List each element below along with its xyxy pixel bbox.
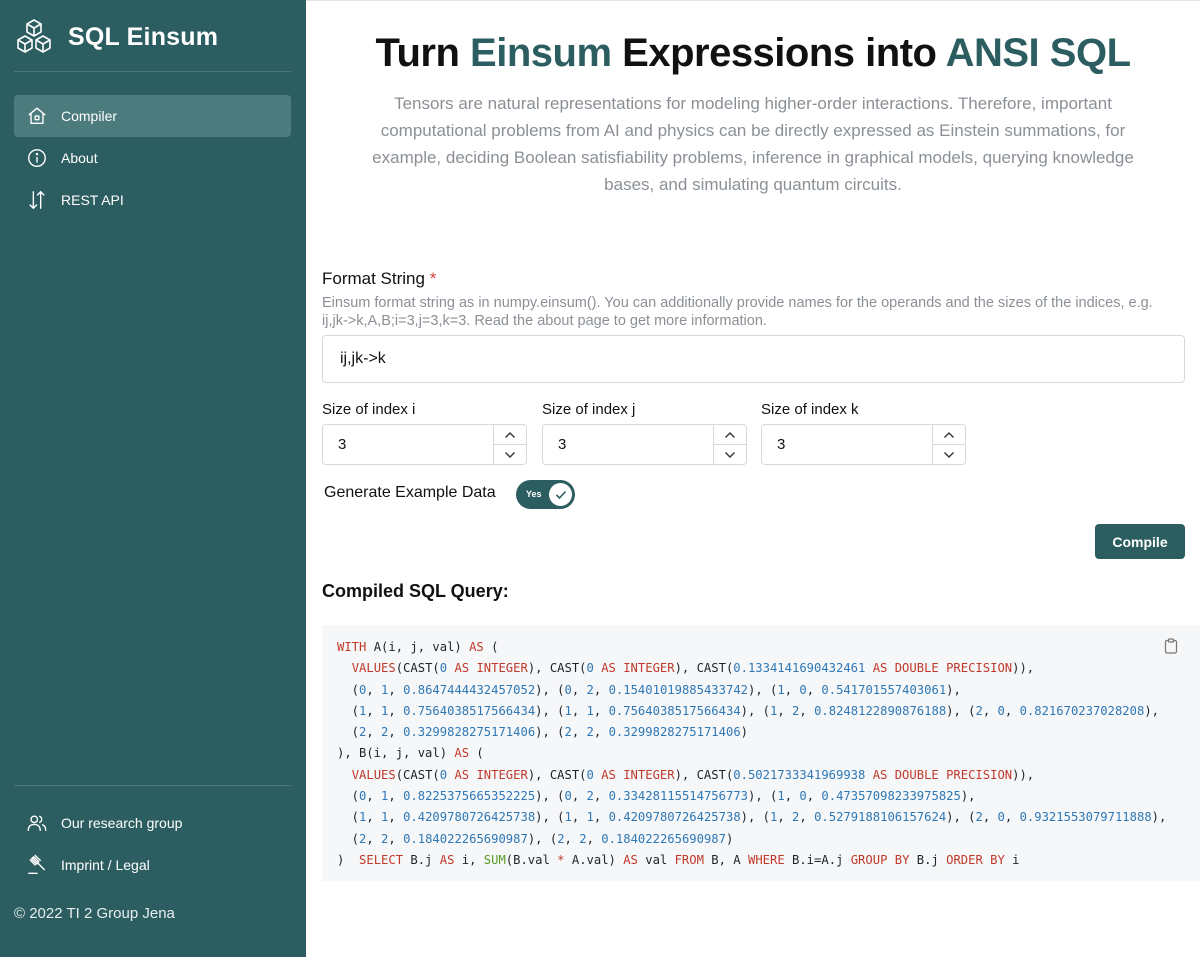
code-line: (2, 2, 0.3299828275171406), (2, 2, 0.329… (337, 725, 748, 740)
stepper-buttons (713, 425, 746, 464)
main-content: Turn Einsum Expressions into ANSI SQL Te… (306, 0, 1200, 957)
code-line: VALUES(CAST(0 AS INTEGER), CAST(0 AS INT… (351, 767, 1035, 782)
sidebar-item-compiler[interactable]: Compiler (14, 95, 291, 137)
increment-button[interactable] (494, 425, 526, 444)
toggle-text: Yes (526, 489, 542, 499)
generate-example-data-label: Generate Example Data (324, 484, 496, 501)
size-index-j-group: Size of index j 3 (542, 401, 747, 465)
title-accent: Einsum (470, 31, 612, 75)
brand[interactable]: SQL Einsum (14, 16, 218, 58)
sidebar-item-research-group[interactable]: Our research group (14, 802, 291, 844)
increment-button[interactable] (714, 425, 746, 444)
size-index-i-value[interactable]: 3 (323, 425, 493, 464)
format-string-help: Einsum format string as in numpy.einsum(… (322, 295, 1153, 329)
page-title: Turn Einsum Expressions into ANSI SQL (306, 31, 1200, 76)
gavel-icon (28, 854, 46, 874)
sidebar-item-about[interactable]: About (14, 137, 291, 179)
home-icon (28, 107, 46, 125)
code-line: WITH A(i, j, val) AS ( (337, 640, 499, 654)
clipboard-icon[interactable] (1164, 638, 1178, 654)
code-line: (0, 1, 0.8647444432457052), (0, 2, 0.154… (337, 682, 961, 697)
stepper-buttons (932, 425, 965, 464)
title-accent: ANSI SQL (945, 31, 1131, 75)
chevron-down-icon (505, 451, 515, 458)
size-index-i-stepper[interactable]: 3 (322, 424, 527, 465)
code-line: VALUES(CAST(0 AS INTEGER), CAST(0 AS INT… (351, 661, 1035, 676)
code-line: (1, 1, 0.4209780726425738), (1, 1, 0.420… (337, 810, 1167, 825)
page-subtitle: Tensors are natural representations for … (372, 94, 1134, 194)
sidebar-item-label: REST API (61, 192, 124, 208)
users-icon (27, 815, 47, 832)
code-line: (0, 1, 0.8225375665352225), (0, 2, 0.334… (337, 789, 976, 804)
compiled-sql-code-block: WITH A(i, j, val) AS ( VALUES(CAST(0 AS … (322, 625, 1200, 881)
size-index-k-label: Size of index k (761, 401, 859, 418)
toggle-knob (549, 483, 572, 506)
chevron-down-icon (725, 451, 735, 458)
decrement-button[interactable] (494, 444, 526, 464)
chevron-up-icon (725, 431, 735, 438)
result-title: Compiled SQL Query: (322, 581, 509, 601)
decrement-button[interactable] (714, 444, 746, 464)
sidebar-item-label: Our research group (61, 815, 183, 831)
sidebar-item-label: Imprint / Legal (61, 857, 150, 873)
format-string-value: ij,jk->k (340, 350, 386, 367)
size-index-j-label: Size of index j (542, 401, 636, 418)
copyright: © 2022 TI 2 Group Jena (14, 905, 175, 922)
required-mark: * (429, 269, 437, 288)
cubes-logo-icon (17, 19, 51, 53)
code-line: (1, 1, 0.7564038517566434), (1, 1, 0.756… (337, 703, 1160, 718)
chevron-down-icon (944, 451, 954, 458)
size-index-k-stepper[interactable]: 3 (761, 424, 966, 465)
sql-code: WITH A(i, j, val) AS ( VALUES(CAST(0 AS … (337, 637, 1166, 871)
size-index-j-stepper[interactable]: 3 (542, 424, 747, 465)
code-line: ) SELECT B.j AS i, SUM(B.val * A.val) AS… (337, 852, 1020, 867)
compile-button[interactable]: Compile (1095, 524, 1185, 559)
format-string-label: Format String * (322, 269, 436, 289)
title-text: Expressions into (622, 31, 937, 75)
sidebar-item-label: About (61, 150, 98, 166)
size-index-i-label: Size of index i (322, 401, 416, 418)
code-line: ), B(i, j, val) AS ( (337, 746, 484, 761)
size-index-i-group: Size of index i 3 (322, 401, 527, 465)
title-text: Turn (375, 31, 460, 75)
sidebar: SQL Einsum Compiler About REST API Our r… (0, 0, 306, 957)
info-icon (28, 149, 46, 167)
size-index-j-value[interactable]: 3 (543, 425, 713, 464)
size-index-k-group: Size of index k 3 (761, 401, 966, 465)
code-line: (2, 2, 0.184022265690987), (2, 2, 0.1840… (337, 831, 734, 846)
check-icon (555, 490, 566, 499)
arrows-up-down-icon (29, 190, 45, 210)
sidebar-item-label: Compiler (61, 108, 118, 124)
brand-title: SQL Einsum (68, 22, 219, 51)
format-string-label-text: Format String (322, 269, 425, 288)
sidebar-divider (14, 71, 291, 72)
increment-button[interactable] (933, 425, 965, 444)
sidebar-item-imprint[interactable]: Imprint / Legal (14, 844, 291, 886)
size-index-k-value[interactable]: 3 (762, 425, 932, 464)
sidebar-item-rest-api[interactable]: REST API (14, 179, 291, 221)
stepper-buttons (493, 425, 526, 464)
chevron-up-icon (944, 431, 954, 438)
sidebar-divider (14, 785, 291, 786)
chevron-up-icon (505, 431, 515, 438)
decrement-button[interactable] (933, 444, 965, 464)
format-string-input[interactable]: ij,jk->k (322, 335, 1185, 383)
generate-example-data-toggle[interactable]: Yes (516, 480, 575, 509)
